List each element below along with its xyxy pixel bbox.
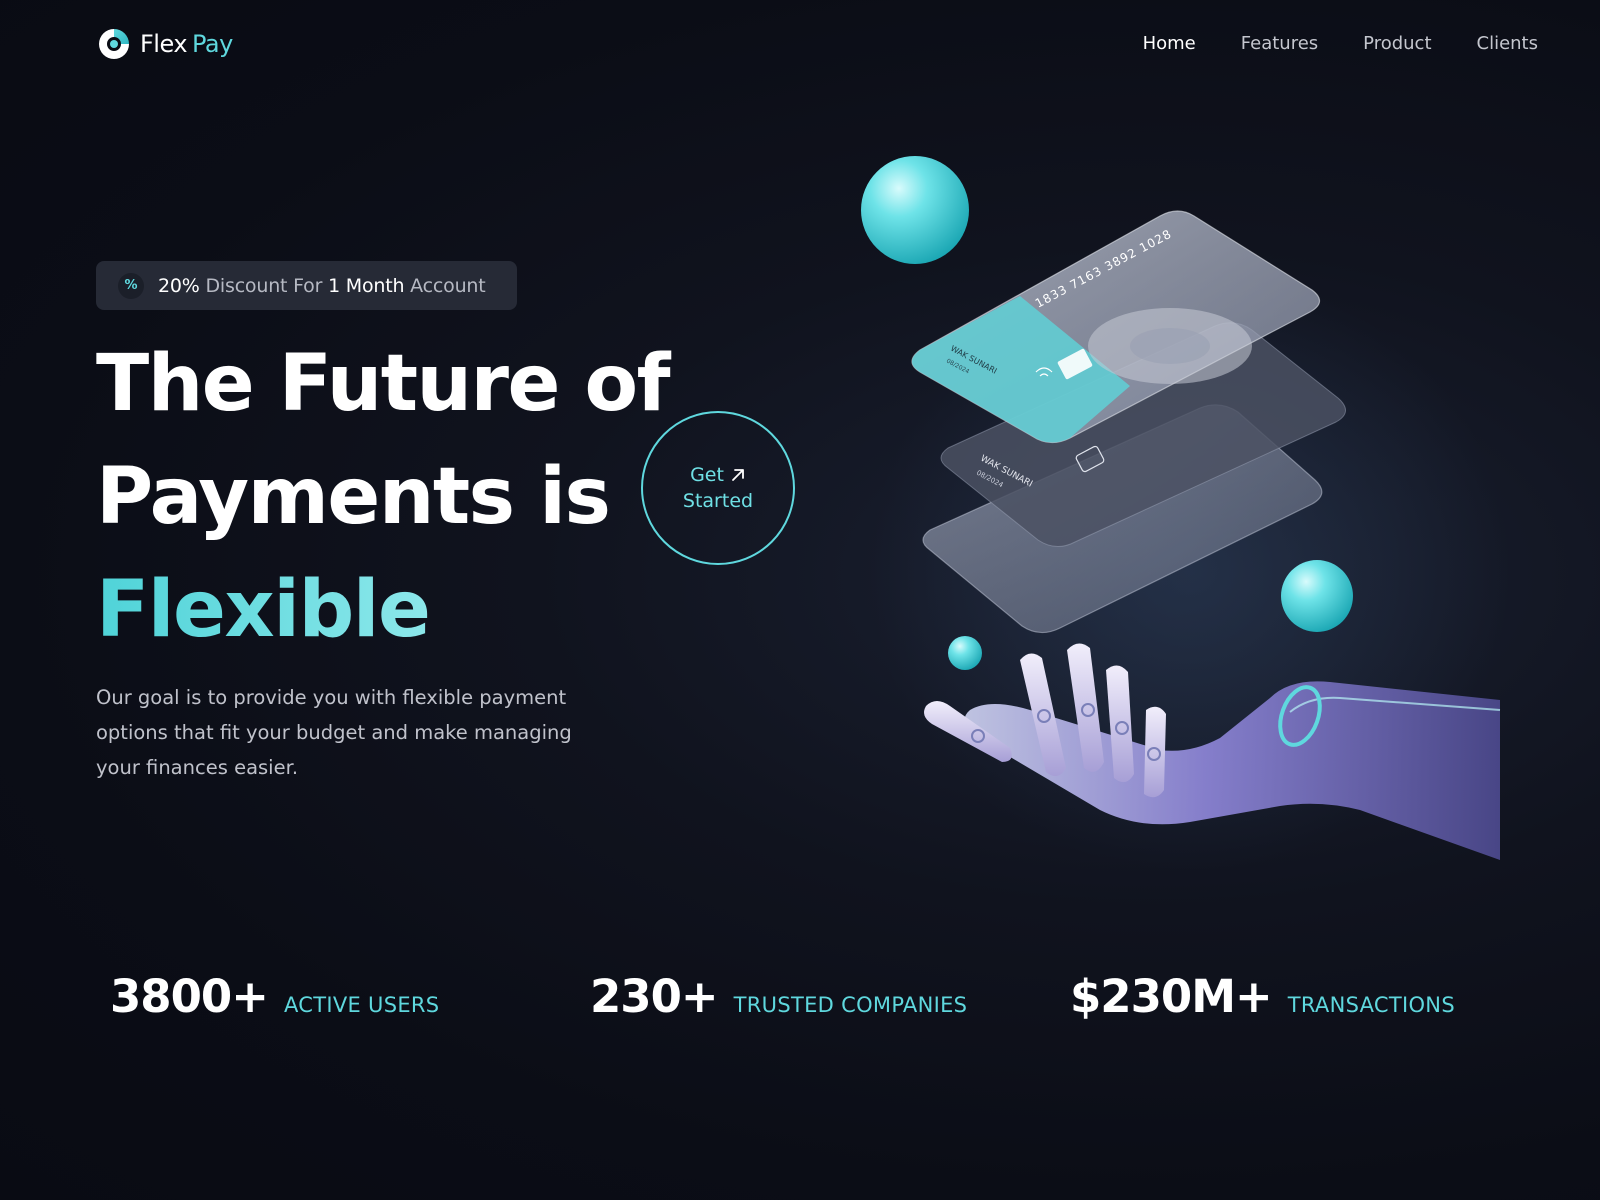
brand-name: Flex Pay [140, 30, 233, 58]
discount-duration: 1 Month [328, 274, 405, 297]
stat-value: 3800+ [110, 970, 269, 1023]
stat-value: $230M+ [1070, 970, 1273, 1023]
sphere-small [948, 636, 982, 670]
nav-item-features[interactable]: Features [1241, 33, 1318, 54]
stats-bar: 3800+ ACTIVE USERS 230+ TRUSTED COMPANIE… [0, 970, 1600, 1030]
brand-logo[interactable]: Flex Pay [96, 26, 233, 62]
stat-transactions: $230M+ TRANSACTIONS [1070, 970, 1455, 1023]
cards-and-robot-hand-illustration: WAK SUNARI 08/2024 1833 7163 3892 1028 W… [861, 156, 1510, 870]
arrow-up-right-icon [732, 469, 744, 481]
flexpay-logo-icon [99, 29, 129, 59]
brand-name-flex: Flex [140, 30, 188, 58]
hero-illustration: WAK SUNARI 08/2024 1833 7163 3892 1028 W… [860, 150, 1540, 890]
nav-item-home[interactable]: Home [1143, 33, 1196, 54]
headline-line-3: Flexible [96, 554, 669, 667]
discount-end: Account [404, 274, 486, 297]
landing-page: Flex Pay Home Features Product Clients % … [0, 0, 1600, 1200]
hero-description: Our goal is to provide you with flexible… [96, 686, 572, 779]
percent-icon: % [118, 272, 144, 299]
sphere-large [861, 156, 969, 264]
headline-line-1: The Future of [96, 339, 671, 429]
stat-label: TRANSACTIONS [1287, 993, 1455, 1017]
cta-text-started: Started [682, 490, 754, 512]
discount-percent: 20% [158, 274, 200, 297]
discount-text: 20% Discount For 1 Month Account [158, 275, 486, 297]
headline-line-2: Payments is [96, 452, 611, 542]
hero-headline: The Future of Payments is Flexible [96, 328, 671, 667]
discount-badge: % 20% Discount For 1 Month Account [96, 261, 517, 310]
stat-label: ACTIVE USERS [283, 993, 440, 1017]
sphere-medium [1281, 560, 1353, 632]
main-nav: Home Features Product Clients [1143, 33, 1538, 54]
get-started-button[interactable]: Get Started [641, 411, 795, 565]
cta-text-get: Get [690, 464, 724, 486]
nav-item-clients[interactable]: Clients [1477, 33, 1539, 54]
nav-item-product[interactable]: Product [1363, 33, 1431, 54]
stat-value: 230+ [590, 970, 719, 1023]
stat-trusted-companies: 230+ TRUSTED COMPANIES [590, 970, 967, 1023]
brand-name-pay: Pay [192, 30, 233, 58]
stat-active-users: 3800+ ACTIVE USERS [110, 970, 439, 1023]
cta-line-1: Get [690, 464, 746, 486]
stat-label: TRUSTED COMPANIES [733, 993, 968, 1017]
discount-middle: Discount For [199, 274, 329, 297]
